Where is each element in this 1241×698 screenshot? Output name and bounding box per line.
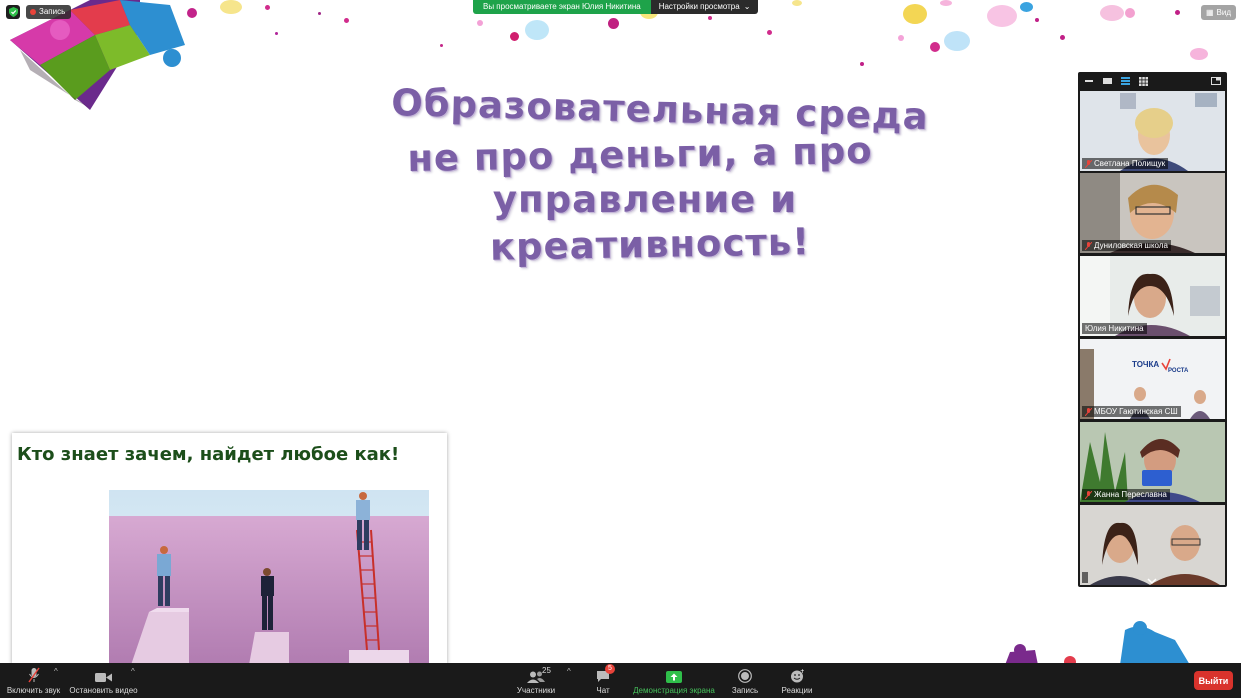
reactions-button[interactable]: + Реакции <box>780 663 814 698</box>
participant-tile[interactable]: Юлия Никитина <box>1080 256 1225 336</box>
share-screen-button[interactable]: Демонстрация экрана <box>633 663 715 698</box>
participant-name: Дуниловская школа <box>1094 241 1168 250</box>
mic-off-icon <box>1085 407 1092 416</box>
participant-name-tag: Светлана Полищук <box>1082 158 1169 169</box>
video-options-caret[interactable]: ^ <box>131 667 135 676</box>
wall-ladder-image <box>109 490 429 665</box>
chat-icon: 5 <box>596 663 615 683</box>
record-icon <box>738 663 752 683</box>
share-banner-text: Вы просматриваете экран Юлия Никитина <box>473 0 651 14</box>
view-grid-icon: ▦ <box>1205 8 1214 17</box>
record-label: Запись <box>731 686 759 695</box>
participant-gallery: Светлана Полищук Дуниловская школа Юлия … <box>1078 72 1227 587</box>
mic-off-icon <box>27 663 40 683</box>
svg-text:+: + <box>800 669 804 675</box>
view-settings-label: Настройки просмотра <box>658 2 740 11</box>
mic-off-icon <box>1085 490 1092 499</box>
slide-title-line: управление и <box>492 178 798 221</box>
puzzle-decoration <box>1005 621 1190 665</box>
participant-name-tag: МБОУ Гаютинская СШ <box>1082 406 1181 417</box>
reactions-label: Реакции <box>781 686 813 695</box>
participants-label: Участники <box>516 686 556 695</box>
chat-label: Чат <box>596 686 610 695</box>
view-settings-dropdown[interactable]: Настройки просмотра ⌄ <box>650 0 759 14</box>
popout-icon[interactable] <box>1211 77 1221 85</box>
share-screen-icon <box>666 663 682 683</box>
security-shield-icon[interactable] <box>6 5 20 19</box>
minimize-icon[interactable] <box>1084 77 1094 85</box>
chevron-down-icon: ⌄ <box>743 2 751 11</box>
participant-name-tag: Дуниловская школа <box>1082 240 1171 251</box>
participants-count: 25 <box>542 666 551 675</box>
stop-video-button[interactable]: Остановить видео <box>69 663 138 698</box>
inner-slide: Кто знает зачем, найдет любое как! <box>12 433 447 665</box>
record-button[interactable]: Запись <box>728 663 762 698</box>
camera-icon <box>95 663 112 683</box>
unmute-label: Включить звук <box>6 686 61 695</box>
share-banner: Вы просматриваете экран Юлия Никитина На… <box>473 0 759 14</box>
mic-off-icon <box>1085 159 1092 168</box>
participant-name-tag: Юлия Никитина <box>1082 323 1147 334</box>
chat-badge: 5 <box>605 664 615 674</box>
record-dot-icon <box>30 9 36 15</box>
view-button-label: Вид <box>1216 8 1231 17</box>
gallery-toolbar <box>1078 72 1227 90</box>
svg-text:РОСТА: РОСТА <box>1168 368 1189 374</box>
svg-text:ТОЧКА: ТОЧКА <box>1132 360 1159 369</box>
participant-name: МБОУ Гаютинская СШ <box>1094 407 1178 416</box>
recording-label: Запись <box>39 7 66 16</box>
participant-name: Юлия Никитина <box>1085 324 1144 333</box>
gallery-view-icon[interactable] <box>1138 76 1148 86</box>
slide-title: Образовательная среда не про деньги, а п… <box>355 81 965 269</box>
participant-tile[interactable]: Светлана Полищук <box>1080 91 1225 171</box>
recording-indicator[interactable]: Запись <box>26 5 72 19</box>
mic-off-icon <box>1085 241 1092 250</box>
participants-button[interactable]: Участники 25 <box>515 663 557 698</box>
stop-video-label: Остановить видео <box>69 686 138 695</box>
meeting-window: Запись Вы просматриваете экран Юлия Ники… <box>0 0 1241 698</box>
participant-name: Жанна Переславна <box>1094 490 1167 499</box>
participant-name-tag: Жанна Переславна <box>1082 489 1170 500</box>
share-screen-label: Демонстрация экрана <box>633 686 715 695</box>
inner-slide-heading: Кто знает зачем, найдет любое как! <box>17 444 400 465</box>
participant-tile[interactable]: Дуниловская школа <box>1080 173 1225 253</box>
participant-tile[interactable]: Жанна Переславна <box>1080 422 1225 502</box>
chevron-down-icon[interactable] <box>1145 573 1159 585</box>
leave-button[interactable]: Выйти <box>1194 671 1233 690</box>
speaker-view-icon[interactable] <box>1102 77 1112 85</box>
unmute-button[interactable]: Включить звук <box>6 663 61 698</box>
reactions-icon: + <box>790 663 804 683</box>
participant-name-tag <box>1082 572 1088 583</box>
slide-title-line: не про деньги, а про <box>406 128 874 181</box>
meeting-toolbar: Включить звук ^ Остановить видео ^ Участ… <box>0 663 1241 698</box>
participant-tile[interactable]: ТОЧКА РОСТА МБОУ Гаютинская СШ <box>1080 339 1225 419</box>
chat-button[interactable]: 5 Чат <box>590 663 616 698</box>
slide-title-line: креативность! <box>489 220 811 269</box>
strip-view-icon[interactable] <box>1120 77 1130 85</box>
participant-name: Светлана Полищук <box>1094 159 1166 168</box>
participants-options-caret[interactable]: ^ <box>567 667 571 676</box>
view-button[interactable]: ▦ Вид <box>1200 5 1236 20</box>
audio-options-caret[interactable]: ^ <box>54 667 58 676</box>
